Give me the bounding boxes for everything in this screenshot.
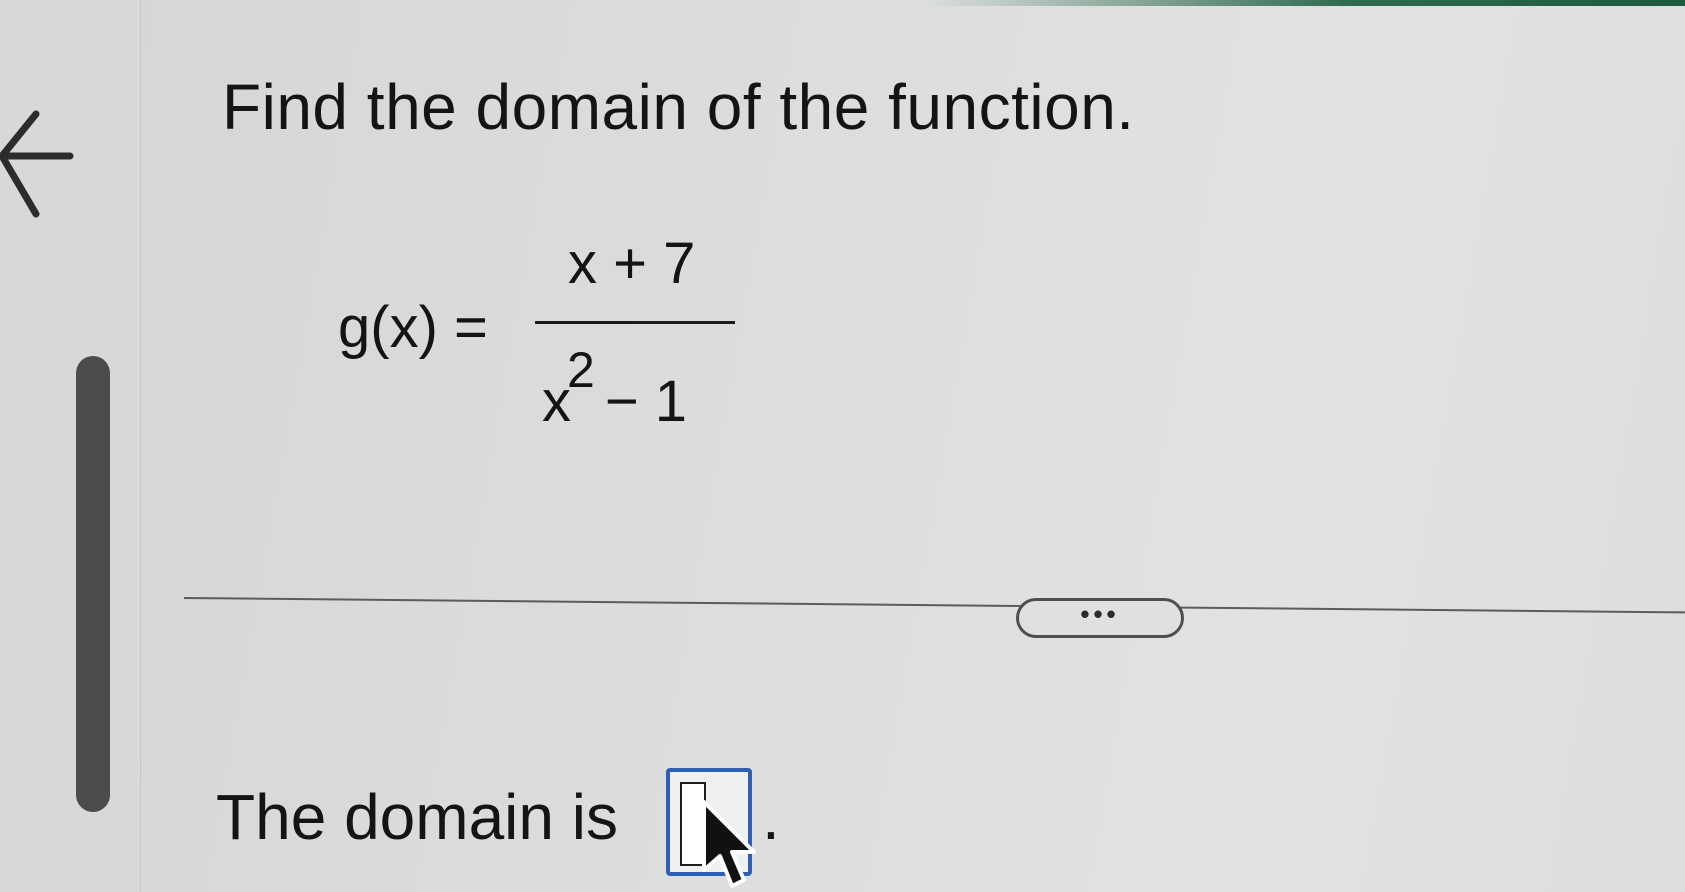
arrow-left-icon bbox=[0, 110, 74, 218]
formula-denominator: x2− 1 bbox=[542, 334, 687, 434]
function-formula: g(x) = x + 7 x2− 1 bbox=[338, 230, 758, 450]
denominator-rest: − 1 bbox=[604, 369, 688, 434]
vertical-scrollbar[interactable] bbox=[76, 356, 110, 812]
formula-numerator: x + 7 bbox=[568, 231, 696, 296]
answer-period: . bbox=[762, 781, 780, 853]
back-button[interactable] bbox=[0, 110, 80, 230]
more-dots-icon: ••• bbox=[1080, 599, 1120, 629]
screen: Find the domain of the function. g(x) = … bbox=[0, 0, 1685, 892]
fraction-bar bbox=[535, 321, 735, 324]
expand-more-button[interactable]: ••• bbox=[1016, 598, 1184, 638]
section-divider bbox=[183, 597, 1685, 614]
top-accent-bar bbox=[0, 0, 1685, 6]
answer-label: The domain is bbox=[216, 781, 618, 853]
question-prompt: Find the domain of the function. bbox=[222, 71, 1135, 143]
domain-answer-input[interactable] bbox=[666, 768, 752, 876]
formula-lhs: g(x) = bbox=[338, 295, 488, 360]
denominator-exponent: 2 bbox=[567, 342, 595, 398]
left-rail bbox=[0, 0, 141, 892]
answer-input-field[interactable] bbox=[680, 782, 706, 866]
